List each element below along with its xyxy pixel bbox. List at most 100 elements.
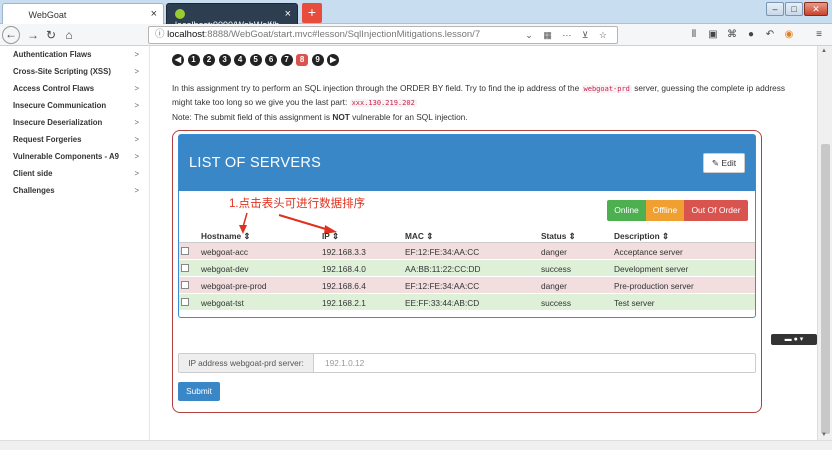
annotation-arrow-hostname <box>242 212 248 228</box>
cell-description: Development server <box>614 264 689 274</box>
sidebar-item-label: Challenges <box>13 186 55 195</box>
chevron-right-icon: > <box>134 50 139 59</box>
page-button-2[interactable]: 2 <box>203 54 216 66</box>
lesson-pagination: ◀ 1 2 3 4 5 6 7 8 9 ▶ <box>172 54 340 68</box>
next-page-arrow-icon[interactable]: ▶ <box>327 54 340 66</box>
prev-page-arrow-icon[interactable]: ◀ <box>172 54 184 66</box>
cell-hostname: webgoat-acc <box>201 247 249 257</box>
column-header-status[interactable]: Status ⇕ <box>541 231 576 241</box>
cell-status: success <box>541 264 571 274</box>
addon-icon[interactable]: ◉ <box>782 27 796 43</box>
minimize-icon[interactable]: – <box>766 2 784 16</box>
code-ip-suffix: xxx.130.219.202 <box>349 99 417 107</box>
column-header-hostname[interactable]: Hostname ⇕ <box>201 231 250 241</box>
legend-online: Online <box>607 200 646 221</box>
chevron-right-icon: > <box>134 152 139 161</box>
cell-hostname: webgoat-tst <box>201 298 244 308</box>
cell-hostname: webgoat-pre-prod <box>201 281 267 291</box>
edit-label: Edit <box>721 158 737 168</box>
page-button-6[interactable]: 6 <box>265 54 278 66</box>
page-button-9[interactable]: 9 <box>311 54 324 66</box>
sidebar-item-client-side[interactable]: Client side > <box>0 165 149 182</box>
window-close-icon[interactable]: ✕ <box>804 2 828 16</box>
chevron-right-icon: > <box>134 135 139 144</box>
edit-button[interactable]: ✎ Edit <box>703 153 745 173</box>
cell-status: danger <box>541 281 567 291</box>
sidebar-item-xss[interactable]: Cross-Site Scripting (XSS) > <box>0 63 149 80</box>
scroll-down-arrow-icon[interactable]: ▼ <box>821 432 827 438</box>
url-path: :8888/WebGoat/start.mvc#lesson/SqlInject… <box>204 29 481 40</box>
table-row: webgoat-acc 192.168.3.3 EF:12:FE:34:AA:C… <box>179 243 755 260</box>
sidebar-item-authentication-flaws[interactable]: Authentication Flaws > <box>0 46 149 63</box>
sidebar-item-vulnerable-components[interactable]: Vulnerable Components - A9 > <box>0 148 149 165</box>
sort-annotation: 1.点击表头可进行数据排序 <box>229 198 366 210</box>
scrollbar-thumb[interactable] <box>821 144 830 434</box>
legend-offline: Offline <box>646 200 684 221</box>
status-bar <box>0 440 832 450</box>
url-bar[interactable]: ⓘ localhost:8888/WebGoat/start.mvc#lesso… <box>148 26 618 44</box>
cell-ip: 192.168.4.0 <box>322 264 366 274</box>
sidebar-item-label: Access Control Flaws <box>13 84 95 93</box>
cell-description: Pre-production server <box>614 281 694 291</box>
tab-webwolf[interactable]: localhost:9090/WebWolf/h... × <box>166 3 298 30</box>
page-button-5[interactable]: 5 <box>249 54 262 66</box>
chevron-right-icon: > <box>134 118 139 127</box>
note-text: vulnerable for an SQL injection. <box>349 112 468 122</box>
sidebar-item-label: Insecure Communication <box>13 101 107 110</box>
ip-address-input[interactable]: 192.1.0.12 <box>325 354 364 372</box>
sidebar-item-label: Request Forgeries <box>13 135 82 144</box>
column-header-ip[interactable]: IP ⇕ <box>322 231 339 241</box>
chevron-right-icon: > <box>134 169 139 178</box>
extension-icon[interactable]: ⌘ <box>725 27 739 43</box>
page-button-4[interactable]: 4 <box>234 54 247 66</box>
sidebar-item-access-control-flaws[interactable]: Access Control Flaws > <box>0 80 149 97</box>
sidebar-item-challenges[interactable]: Challenges > <box>0 182 149 199</box>
page-button-8-current[interactable]: 8 <box>296 54 309 66</box>
page-button-7[interactable]: 7 <box>280 54 293 66</box>
sidebar-item-label: Authentication Flaws <box>13 50 92 59</box>
row-checkbox[interactable] <box>181 264 189 272</box>
sidebar-icon[interactable]: ▣ <box>706 27 720 43</box>
tab-webgoat[interactable]: WebGoat × <box>2 3 164 24</box>
note-text: Note: The submit field of this assignmen… <box>172 112 333 122</box>
reload-icon[interactable]: ↻ <box>42 26 60 44</box>
row-checkbox[interactable] <box>181 281 189 289</box>
webwolf-favicon-icon <box>175 9 185 19</box>
url-action-icons[interactable]: ⌄ ▦ ⋯ ⊻ ☆ <box>525 27 611 43</box>
column-header-description[interactable]: Description ⇕ <box>614 231 669 241</box>
sidebar-item-request-forgeries[interactable]: Request Forgeries > <box>0 131 149 148</box>
sidebar-item-insecure-communication[interactable]: Insecure Communication > <box>0 97 149 114</box>
tab-label: WebGoat <box>28 10 67 20</box>
scroll-up-arrow-icon[interactable]: ▲ <box>821 48 827 54</box>
cell-ip: 192.168.6.4 <box>322 281 366 291</box>
page-button-1[interactable]: 1 <box>187 54 200 66</box>
page-button-3[interactable]: 3 <box>218 54 231 66</box>
chevron-right-icon: > <box>134 84 139 93</box>
info-icon[interactable]: ⓘ <box>155 29 167 40</box>
instruction-text: In this assignment try to perform an SQL… <box>172 83 582 93</box>
floating-widget-icon[interactable]: ▬ ● ▾ <box>771 334 817 345</box>
maximize-icon[interactable]: □ <box>785 2 803 16</box>
submit-button[interactable]: Submit <box>178 382 220 401</box>
forward-arrow-icon[interactable]: → <box>24 26 42 44</box>
chevron-right-icon: > <box>134 186 139 195</box>
tab-close-icon[interactable]: × <box>285 8 291 20</box>
cell-ip: 192.168.3.3 <box>322 247 366 257</box>
library-icon[interactable]: ⫴ <box>687 27 701 43</box>
row-checkbox[interactable] <box>181 298 189 306</box>
row-checkbox[interactable] <box>181 247 189 255</box>
back-arrow-icon[interactable]: ← <box>2 26 20 44</box>
lesson-sidebar: Authentication Flaws > Cross-Site Scripti… <box>0 46 150 450</box>
lesson-content: ◀ 1 2 3 4 5 6 7 8 9 ▶ In this assignment… <box>150 46 816 430</box>
tab-close-icon[interactable]: × <box>151 8 157 20</box>
home-icon[interactable]: ⌂ <box>60 26 78 44</box>
chat-icon[interactable]: ● <box>744 27 758 43</box>
undo-icon[interactable]: ↶ <box>763 27 777 43</box>
table-row: webgoat-dev 192.168.4.0 AA:BB:11:22:CC:D… <box>179 260 755 277</box>
navigation-bar: ← → ↻ ⌂ ⓘ localhost:8888/WebGoat/start.m… <box>0 24 832 46</box>
sidebar-item-insecure-deserialization[interactable]: Insecure Deserialization > <box>0 114 149 131</box>
menu-icon[interactable]: ≡ <box>812 27 826 43</box>
column-header-mac[interactable]: MAC ⇕ <box>405 231 433 241</box>
new-tab-button[interactable]: + <box>302 3 322 23</box>
page-scrollbar[interactable]: ▲ ▼ <box>817 46 832 440</box>
